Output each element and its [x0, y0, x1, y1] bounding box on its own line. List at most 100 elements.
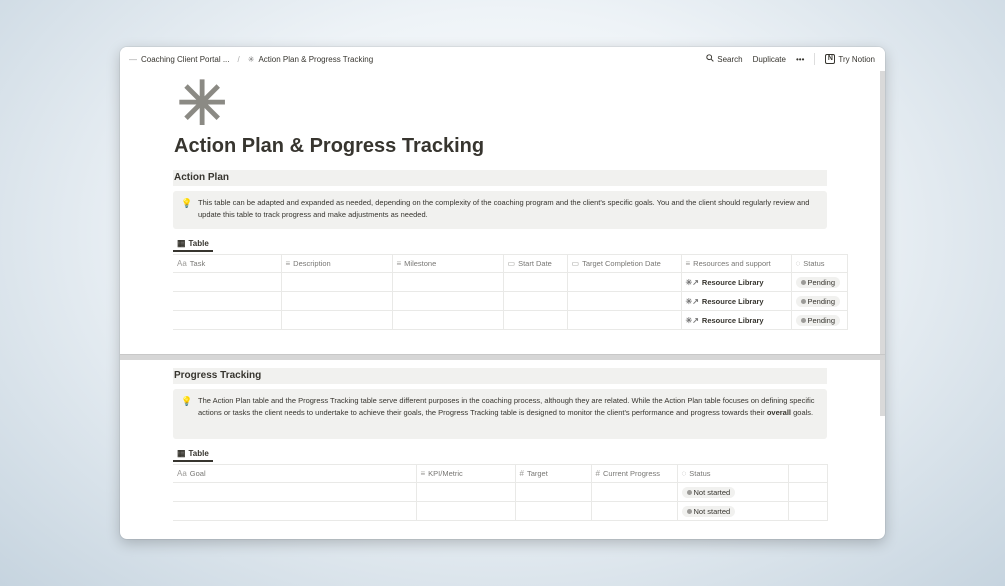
column-header-status[interactable]: ◌ Status [676, 464, 789, 483]
column-label: Status [689, 469, 711, 478]
description-cell[interactable] [280, 310, 393, 330]
column-header-target-completion-date[interactable]: ▭ Target Completion Date [566, 254, 682, 273]
progress-tracking-heading[interactable]: Progress Tracking [173, 368, 827, 384]
status-cell[interactable]: Not started [676, 501, 789, 521]
target-cell[interactable] [514, 482, 592, 502]
kpi-cell[interactable] [415, 482, 516, 502]
status-cell[interactable]: Pending [790, 310, 848, 330]
goal-cell[interactable] [173, 501, 417, 521]
tab-table-view[interactable]: ▦ Table [173, 446, 213, 462]
description-cell[interactable] [280, 291, 393, 311]
progress-tracking-callout[interactable]: 💡 The Action Plan table and the Progress… [173, 389, 827, 439]
column-header-milestone[interactable]: ≡ Milestone [391, 254, 504, 273]
tab-table-view[interactable]: ▦ Table [173, 236, 213, 252]
tab-label: Table [188, 448, 209, 458]
task-cell[interactable] [173, 272, 282, 292]
status-badge[interactable]: Pending [795, 276, 841, 288]
table-row[interactable]: Not started [173, 501, 828, 521]
title-prop-icon: Aa [177, 259, 187, 268]
target-date-cell[interactable] [566, 310, 682, 330]
column-header-task[interactable]: Aa Task [173, 254, 282, 273]
resources-cell[interactable]: ✳↗ Resource Library [680, 272, 792, 292]
callout-text: This table can be adapted and expanded a… [198, 198, 810, 219]
status-badge[interactable]: Pending [795, 295, 841, 307]
action-plan-heading[interactable]: Action Plan [173, 170, 827, 186]
more-button[interactable]: ••• [796, 55, 804, 64]
text-prop-icon: ≡ [420, 469, 426, 478]
try-notion-button[interactable]: N Try Notion [825, 54, 875, 64]
table-icon: ▦ [177, 447, 186, 458]
status-label: Not started [693, 506, 731, 516]
start-date-cell[interactable] [502, 310, 568, 330]
table-row[interactable]: Not started [173, 482, 828, 502]
duplicate-button[interactable]: Duplicate [753, 55, 786, 64]
milestone-cell[interactable] [391, 291, 504, 311]
milestone-cell[interactable] [391, 272, 504, 292]
relation-icon: ✳↗ [685, 296, 699, 306]
column-header-description[interactable]: ≡ Description [280, 254, 393, 273]
status-cell[interactable]: Not started [676, 482, 789, 502]
breadcrumb-parent[interactable]: Coaching Client Portal ... [141, 55, 230, 64]
target-cell[interactable] [514, 501, 592, 521]
column-header-target[interactable]: # Target [514, 464, 592, 483]
description-cell[interactable] [280, 272, 393, 292]
search-button[interactable]: Search [706, 54, 743, 64]
table-row[interactable]: ✳↗ Resource Library Pending [173, 272, 848, 292]
title-prop-icon: Aa [177, 469, 187, 478]
current-progress-cell[interactable] [590, 482, 678, 502]
lightbulb-icon: 💡 [181, 396, 193, 406]
page-title[interactable]: Action Plan & Progress Tracking [174, 135, 484, 158]
progress-tracking-table: Aa Goal ≡ KPI/Metric # Target # Current Prog… [173, 464, 828, 521]
action-plan-callout[interactable]: 💡 This table can be adapted and expanded… [173, 191, 827, 229]
resource-link[interactable]: Resource Library [702, 297, 764, 306]
relation-icon: ✳↗ [685, 315, 699, 325]
column-header-status[interactable]: ◌ Status [790, 254, 848, 273]
resources-cell[interactable]: ✳↗ Resource Library [680, 310, 792, 330]
pane-divider[interactable] [120, 354, 885, 360]
resource-link[interactable]: Resource Library [702, 278, 764, 287]
task-cell[interactable] [173, 291, 282, 311]
callout-text-end: goals. [791, 408, 814, 417]
status-dot [800, 279, 806, 285]
tab-label: Table [188, 238, 209, 248]
try-notion-label: Try Notion [838, 54, 875, 64]
column-header-empty [787, 464, 828, 483]
scrollbar[interactable] [880, 71, 885, 416]
status-prop-icon: ◌ [795, 259, 801, 268]
status-cell[interactable]: Pending [790, 272, 848, 292]
page-line-icon: — [129, 54, 137, 64]
status-badge[interactable]: Pending [795, 314, 841, 326]
goal-cell[interactable] [173, 482, 417, 502]
divider [814, 53, 816, 65]
status-badge[interactable]: Not started [681, 505, 736, 517]
action-plan-table: Aa Task ≡ Description ≡ Milestone ▭ Start Da… [173, 254, 848, 330]
status-prop-icon: ◌ [681, 469, 687, 478]
status-cell[interactable]: Pending [790, 291, 848, 311]
current-progress-cell[interactable] [590, 501, 678, 521]
column-header-kpi-metric[interactable]: ≡ KPI/Metric [415, 464, 516, 483]
target-date-cell[interactable] [566, 272, 682, 292]
table-row[interactable]: ✳↗ Resource Library Pending [173, 310, 848, 330]
start-date-cell[interactable] [502, 272, 568, 292]
resource-link[interactable]: Resource Library [702, 316, 764, 325]
breadcrumb-current[interactable]: Action Plan & Progress Tracking [258, 55, 373, 64]
status-label: Pending [807, 277, 836, 287]
page-icon-asterisk[interactable]: ✳ [177, 74, 227, 134]
column-header-resources[interactable]: ≡ Resources and support [680, 254, 792, 273]
column-header-goal[interactable]: Aa Goal [173, 464, 417, 483]
target-date-cell[interactable] [566, 291, 682, 311]
milestone-cell[interactable] [391, 310, 504, 330]
resources-cell[interactable]: ✳↗ Resource Library [680, 291, 792, 311]
status-badge[interactable]: Not started [681, 486, 736, 498]
task-cell[interactable] [173, 310, 282, 330]
column-header-start-date[interactable]: ▭ Start Date [502, 254, 568, 273]
table-row[interactable]: ✳↗ Resource Library Pending [173, 291, 848, 311]
text-prop-icon: ≡ [285, 259, 291, 268]
breadcrumb-separator: / [237, 54, 240, 64]
column-label: Resources and support [693, 259, 771, 268]
column-label: KPI/Metric [428, 469, 463, 478]
kpi-cell[interactable] [415, 501, 516, 521]
column-header-current-progress[interactable]: # Current Progress [590, 464, 678, 483]
start-date-cell[interactable] [502, 291, 568, 311]
text-prop-icon: ≡ [396, 259, 402, 268]
